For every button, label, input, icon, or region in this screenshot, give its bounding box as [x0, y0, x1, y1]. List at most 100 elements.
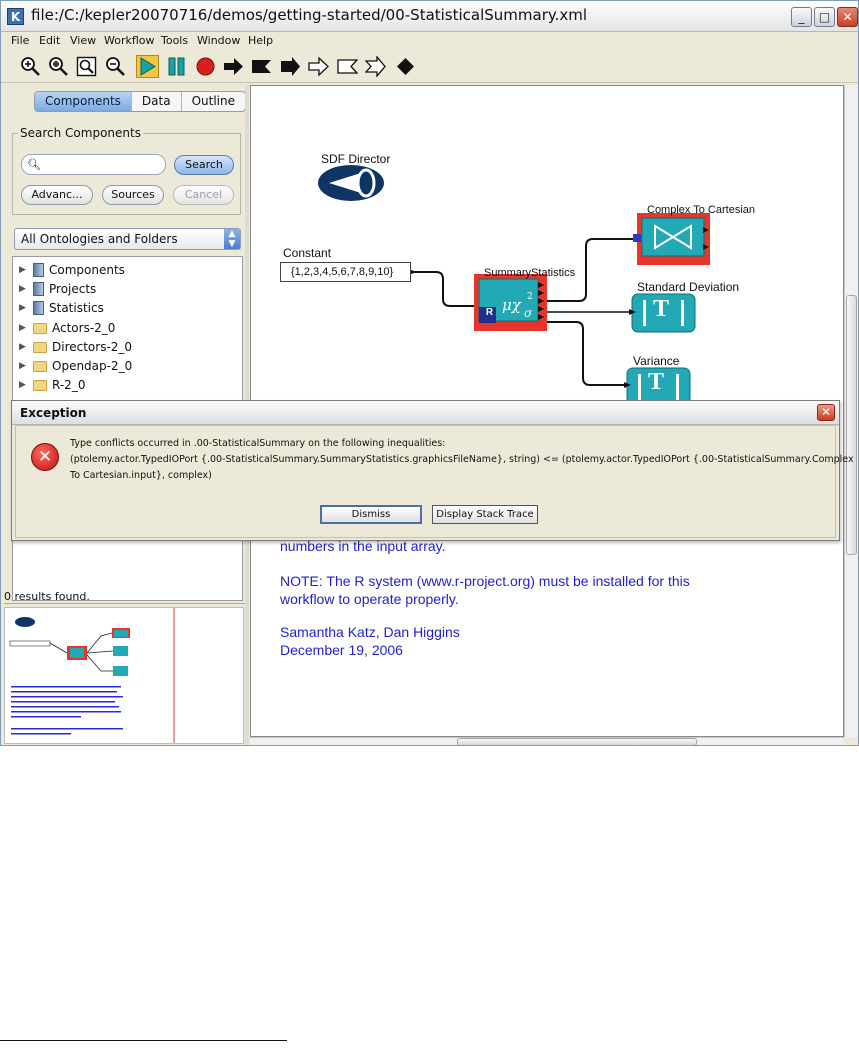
menu-help[interactable]: Help [248, 34, 273, 47]
tree-item-components[interactable]: ▶ Components [19, 261, 125, 279]
tree-item-label: Components [49, 263, 125, 277]
search-components-group: Search Components 🔍︎ Search Advanc... So… [12, 126, 241, 215]
dialog-body: ✕ Type conflicts occurred in .00-Statist… [15, 425, 854, 538]
expand-triangle-icon[interactable]: ▶ [19, 303, 33, 313]
complex-to-cartesian-label: Complex To Cartesian [647, 204, 756, 216]
expand-triangle-icon[interactable]: ▶ [19, 380, 33, 390]
tree-item-actors[interactable]: ▶ Actors-2_0 [19, 319, 115, 337]
folder-icon [33, 322, 47, 334]
tree-item-label: Actors-2_0 [52, 321, 116, 335]
search-field[interactable]: 🔍︎ [21, 154, 166, 175]
output-relation-icon[interactable] [307, 55, 330, 78]
menu-window[interactable]: Window [197, 34, 240, 47]
book-icon [33, 301, 44, 315]
tab-outline[interactable]: Outline [182, 92, 245, 111]
stddev-glyph: T [653, 296, 670, 322]
tab-components[interactable]: Components [35, 92, 132, 111]
constant-actor[interactable]: {1,2,3,4,5,6,7,8,9,10} [280, 262, 411, 282]
pause-icon[interactable] [165, 55, 188, 78]
summary-statistics-label: SummaryStatistics [484, 267, 576, 279]
canvas-horizontal-scrollbar[interactable] [250, 737, 844, 745]
kepler-app-icon: K [7, 8, 24, 25]
stop-icon[interactable] [194, 55, 217, 78]
error-message-line: Type conflicts occurred in .00-Statistic… [70, 438, 446, 449]
expand-triangle-icon[interactable]: ▶ [19, 265, 33, 275]
toolbar [1, 50, 858, 83]
folder-icon [33, 360, 47, 372]
zoom-out-icon[interactable] [104, 55, 127, 78]
kepler-window: K file:/C:/kepler20070716/demos/getting-… [0, 0, 859, 746]
expand-triangle-icon[interactable]: ▶ [19, 361, 33, 371]
io-port-icon[interactable] [279, 55, 302, 78]
menu-tools[interactable]: Tools [161, 34, 188, 47]
book-icon [33, 282, 44, 296]
standard-deviation-label: Standard Deviation [637, 280, 740, 294]
ontology-select-value: All Ontologies and Folders [21, 232, 178, 246]
expand-triangle-icon[interactable]: ▶ [19, 284, 33, 294]
expand-triangle-icon[interactable]: ▶ [19, 323, 33, 333]
menu-workflow[interactable]: Workflow [104, 34, 155, 47]
menu-view[interactable]: View [70, 34, 96, 47]
relation-diamond-icon[interactable] [394, 55, 417, 78]
variance-label: Variance [633, 354, 680, 368]
sources-button[interactable]: Sources [102, 185, 164, 205]
search-icon: 🔍︎ [27, 158, 41, 171]
svg-text:μχ: μχ [502, 296, 522, 314]
minimize-button[interactable]: _ [791, 7, 812, 27]
vertical-scroll-thumb[interactable] [846, 295, 857, 555]
tree-item-label: Directors-2_0 [52, 340, 133, 354]
tree-item-r[interactable]: ▶ R-2_0 [19, 376, 85, 394]
tree-item-projects[interactable]: ▶ Projects [19, 280, 96, 298]
title-bar[interactable]: K file:/C:/kepler20070716/demos/getting-… [1, 1, 858, 32]
error-message-line: (ptolemy.actor.TypedIOPort {.00-Statisti… [70, 454, 854, 465]
note-line: December 19, 2006 [280, 642, 403, 658]
menu-edit[interactable]: Edit [39, 34, 60, 47]
select-arrows-icon: ▲ ▼ [224, 229, 240, 249]
library-tabs: Components Data Outline [34, 91, 246, 112]
search-components-legend: Search Components [18, 126, 143, 140]
output-port-icon[interactable] [222, 55, 245, 78]
tree-item-opendap[interactable]: ▶ Opendap-2_0 [19, 357, 132, 375]
cancel-button[interactable]: Cancel [173, 185, 234, 205]
tree-item-label: Statistics [49, 301, 104, 315]
constant-label: Constant [283, 246, 332, 260]
dialog-title: Exception [20, 406, 87, 420]
search-button[interactable]: Search [174, 155, 234, 175]
error-icon: ✕ [31, 443, 59, 471]
results-divider [4, 603, 247, 604]
input-relation-icon[interactable] [336, 55, 359, 78]
svg-text:σ: σ [524, 306, 533, 320]
note-line: Samantha Katz, Dan Higgins [280, 624, 460, 640]
menu-file[interactable]: File [11, 34, 29, 47]
zoom-in-icon[interactable] [19, 55, 42, 78]
dismiss-button[interactable]: Dismiss [320, 505, 422, 524]
window-title: file:/C:/kepler20070716/demos/getting-st… [31, 6, 588, 24]
note-line: workflow to operate properly. [280, 591, 459, 607]
close-window-button[interactable]: ✕ [837, 7, 858, 27]
dialog-close-button[interactable]: ✕ [817, 404, 835, 421]
maximize-button[interactable]: □ [814, 7, 835, 27]
dialog-title-bar[interactable]: Exception ✕ [12, 401, 839, 425]
summary-statistics-actor[interactable]: μχ 2 σ [474, 274, 547, 331]
complex-to-cartesian-actor[interactable] [633, 213, 710, 265]
svg-text:2: 2 [527, 292, 533, 302]
run-icon[interactable] [136, 55, 159, 78]
zoom-reset-icon[interactable] [47, 55, 70, 78]
tree-item-label: Projects [49, 282, 97, 296]
advanced-button[interactable]: Advanc... [21, 185, 93, 205]
ontology-select[interactable]: All Ontologies and Folders ▲ ▼ [14, 228, 241, 250]
display-stack-trace-button[interactable]: Display Stack Trace [432, 505, 538, 524]
sdf-director-icon[interactable] [318, 165, 384, 201]
r-badge: R [485, 307, 494, 318]
io-relation-icon[interactable] [364, 55, 387, 78]
horizontal-scroll-thumb[interactable] [457, 738, 697, 745]
workflow-overview[interactable] [4, 607, 244, 744]
zoom-fit-icon[interactable] [75, 55, 98, 78]
canvas-vertical-scrollbar[interactable] [844, 85, 858, 737]
tree-item-statistics[interactable]: ▶ Statistics [19, 299, 104, 317]
tree-item-directors[interactable]: ▶ Directors-2_0 [19, 338, 132, 356]
input-port-icon[interactable] [250, 55, 273, 78]
search-input[interactable] [42, 157, 160, 172]
expand-triangle-icon[interactable]: ▶ [19, 342, 33, 352]
tab-data[interactable]: Data [132, 92, 182, 111]
